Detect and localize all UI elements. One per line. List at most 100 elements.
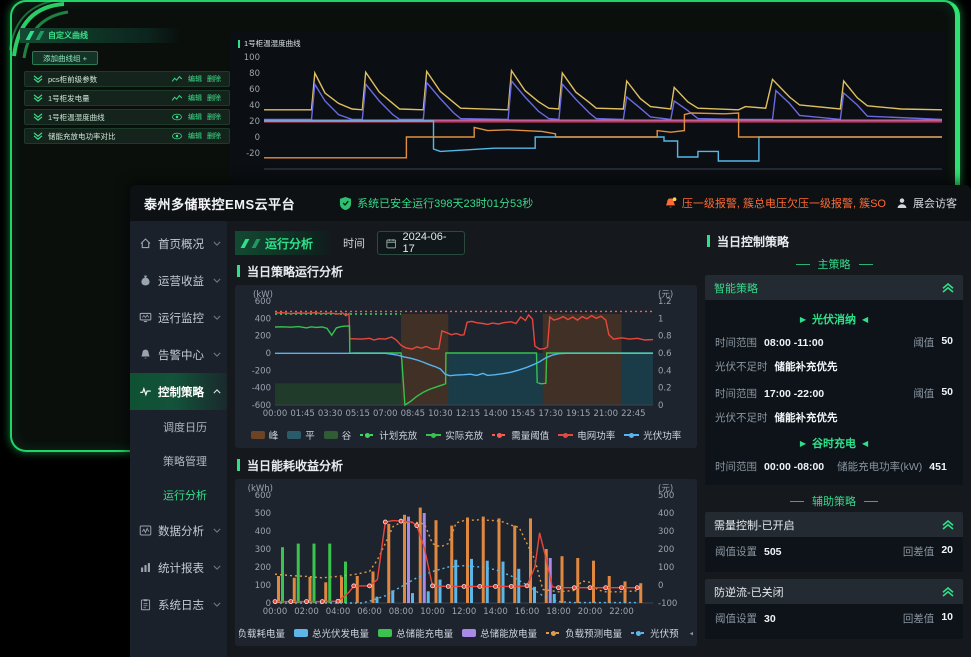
anti-backflow-header[interactable]: 防逆流-已关闭: [705, 579, 963, 604]
svg-text:07:00: 07:00: [373, 409, 398, 419]
strategy-run-chart: 6004002000-200-400-6001.210.80.60.40.200…: [239, 287, 687, 421]
bg-chart-title-text: 1号柜温湿度曲线: [244, 38, 301, 49]
legend-swatch: [287, 431, 301, 439]
legend-item[interactable]: 总储能放电量: [462, 626, 537, 640]
svg-text:-20: -20: [246, 149, 260, 159]
sidebar-item-8[interactable]: 数据分析: [130, 512, 227, 549]
curve-list-item-0[interactable]: pcs柜前级参数编辑删除: [24, 71, 230, 87]
sidebar-item-10[interactable]: 系统日志: [130, 586, 227, 623]
legend-item[interactable]: 峰: [251, 428, 279, 442]
date-picker[interactable]: 2024-06-17: [377, 231, 465, 255]
user-menu[interactable]: 展会访客: [896, 195, 957, 211]
topbar: 泰州多储联控EMS云平台 系统已安全运行398天23时01分53秒 压一级报警,…: [130, 185, 971, 221]
triangle-left-icon: ◀: [862, 439, 868, 448]
svg-text:100: 100: [658, 563, 674, 573]
delete-button[interactable]: 删除: [207, 112, 221, 122]
delete-button[interactable]: 删除: [207, 74, 221, 84]
valley-charge-section: ▶ 谷时充电 ◀: [715, 435, 953, 451]
kv-row: 时间范围 08:00 -11:00 阈值 50: [715, 335, 953, 350]
legend-item[interactable]: 平: [287, 428, 315, 442]
curve-list-item-1[interactable]: 1号柜发电量编辑删除: [24, 90, 230, 106]
system-status-text: 系统已安全运行398天23时01分53秒: [357, 195, 533, 211]
legend-item[interactable]: 负载预测电量: [546, 626, 622, 640]
edit-button[interactable]: 编辑: [188, 131, 202, 141]
collapse-chevrons-icon[interactable]: [942, 520, 954, 530]
date-value: 2024-06-17: [402, 231, 456, 255]
sidebar-item-4[interactable]: 控制策略: [130, 373, 227, 410]
svg-text:0.4: 0.4: [658, 366, 672, 376]
svg-text:200: 200: [658, 545, 674, 555]
sidebar-item-6[interactable]: 策略管理: [130, 444, 227, 478]
legend-swatch: [360, 434, 375, 436]
legend-item[interactable]: 总负载耗电量: [239, 626, 285, 640]
svg-text:10:00: 10:00: [420, 607, 445, 617]
legend-item[interactable]: 电网功率: [558, 428, 615, 442]
svg-text:40: 40: [249, 101, 260, 111]
legend-item[interactable]: 总光伏发电量: [294, 626, 369, 640]
svg-text:0: 0: [255, 133, 260, 143]
slash-icon: [26, 31, 35, 40]
svg-text:12:00: 12:00: [452, 607, 477, 617]
svg-text:06:00: 06:00: [357, 607, 382, 617]
sidebar-item-3[interactable]: 告警中心: [130, 336, 227, 373]
svg-text:-100: -100: [658, 599, 677, 609]
kv-row: 时间范围 17:00 -22:00 阈值 50: [715, 386, 953, 401]
demand-control-body: 阈值设置 505 回差值 20: [705, 537, 963, 572]
smart-strategy-card: 智能策略 ▶ 光伏消纳 ◀ 时间范围 08:00 -11:00: [705, 275, 963, 485]
collapse-chevrons-icon[interactable]: [942, 587, 954, 597]
legend-swatch: [378, 629, 392, 637]
legend-item[interactable]: 计划充放: [360, 428, 417, 442]
legend-item[interactable]: 光伏预: [631, 626, 679, 640]
svg-text:200: 200: [255, 563, 271, 573]
delete-button[interactable]: 删除: [207, 93, 221, 103]
svg-text:21:00: 21:00: [594, 409, 619, 419]
sidebar-item-9[interactable]: 统计报表: [130, 549, 227, 586]
calendar-icon: [386, 238, 396, 249]
legend-item[interactable]: 光伏功率: [624, 428, 681, 442]
edit-button[interactable]: 编辑: [188, 74, 202, 84]
add-curve-group-button[interactable]: 添加曲线组 +: [32, 51, 98, 65]
legend-item[interactable]: 需量阈值: [492, 428, 549, 442]
section-name: 谷时充电: [812, 435, 856, 451]
slash-icon: [241, 239, 250, 248]
sidebar-item-1[interactable]: 运营收益: [130, 262, 227, 299]
demand-control-header[interactable]: 需量控制-已开启: [705, 512, 963, 537]
svg-text:-400: -400: [252, 384, 271, 394]
svg-text:20:00: 20:00: [578, 607, 603, 617]
legend-item[interactable]: 总储能充电量: [378, 626, 453, 640]
energy-chart-title: 当日能耗收益分析: [237, 455, 697, 475]
edit-button[interactable]: 编辑: [188, 112, 202, 122]
delete-button[interactable]: 删除: [207, 131, 221, 141]
alarm-ticker[interactable]: 压一级报警, 簇总电压欠压一级报警, 簇SO: [663, 195, 886, 211]
smart-strategy-header[interactable]: 智能策略: [705, 275, 963, 300]
tab-run-analysis[interactable]: 运行分析: [235, 231, 331, 255]
title-bar-decoration: [237, 459, 240, 471]
sidebar-item-5[interactable]: 调度日历: [130, 410, 227, 444]
sidebar-item-2[interactable]: 运行监控: [130, 299, 227, 336]
svg-text:300: 300: [255, 545, 271, 555]
curve-list-item-3[interactable]: 储能充放电功率对比编辑删除: [24, 128, 230, 144]
legend-swatch: [624, 434, 639, 436]
collapse-chevrons-icon[interactable]: [942, 283, 954, 293]
alarm-text: 压一级报警, 簇总电压欠压一级报警, 簇SO: [682, 195, 886, 211]
legend-item[interactable]: 实际充放: [426, 428, 483, 442]
legend-item[interactable]: 谷: [324, 428, 352, 442]
aux-strategy-label: 辅助策略: [705, 492, 963, 510]
strategy-chart-title: 当日策略运行分析: [237, 261, 697, 281]
svg-text:0: 0: [266, 349, 271, 359]
curve-list-item-2[interactable]: 1号柜温湿度曲线编辑删除: [24, 109, 230, 125]
sidebar-item-0[interactable]: 首页概况: [130, 225, 227, 262]
strategy-chart-legend: 峰平谷计划充放实际充放需量阈值电网功率光伏功率: [239, 426, 693, 444]
sidebar-item-7[interactable]: 运行分析: [130, 478, 227, 512]
svg-text:12:15: 12:15: [456, 409, 481, 419]
edit-button[interactable]: 编辑: [188, 93, 202, 103]
svg-text:0: 0: [658, 401, 663, 411]
bg-sidebar: 自定义曲线 添加曲线组 + pcs柜前级参数编辑删除1号柜发电量编辑删除1号柜温…: [20, 28, 230, 147]
svg-text:400: 400: [255, 527, 271, 537]
svg-text:19:15: 19:15: [566, 409, 591, 419]
anti-backflow-body: 阈值设置 30 回差值 10: [705, 604, 963, 639]
kv-row: 阈值设置 30 回差值 10: [715, 611, 953, 626]
svg-text:01:45: 01:45: [290, 409, 315, 419]
svg-text:0: 0: [658, 581, 663, 591]
legend-prev-icon[interactable]: ◀: [690, 628, 693, 639]
